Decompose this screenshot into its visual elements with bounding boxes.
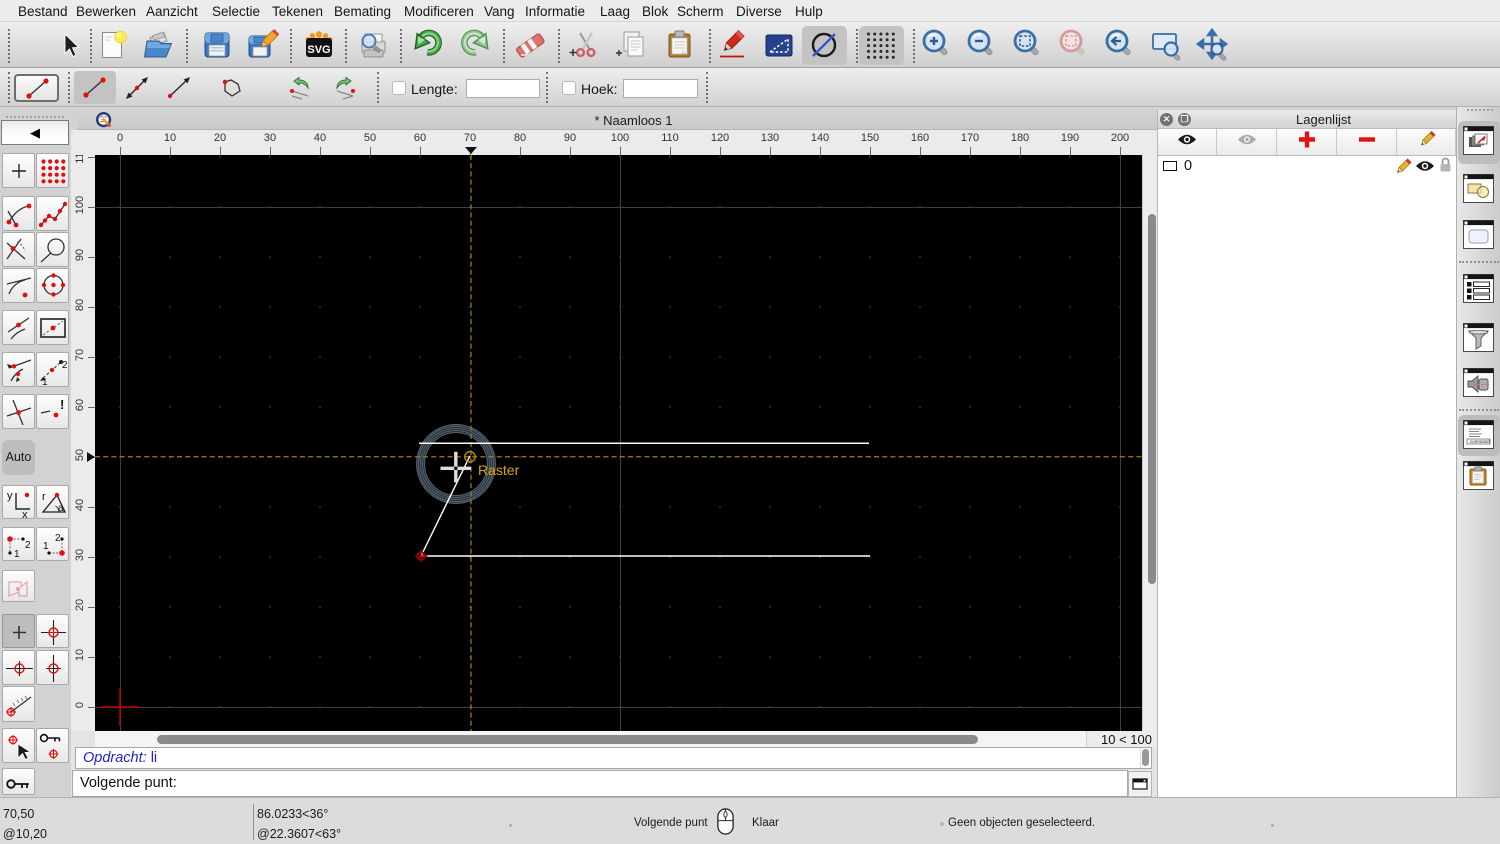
svg-text:2: 2 <box>62 360 68 371</box>
svg-text:1: 1 <box>43 541 49 552</box>
svg-text:a: a <box>58 503 64 514</box>
svg-text:1: 1 <box>14 549 20 560</box>
svg-text:2: 2 <box>55 533 61 544</box>
svg-text:SVG: SVG <box>307 44 330 56</box>
svg-text:!: ! <box>60 397 64 412</box>
svg-text:x: x <box>22 509 28 520</box>
svg-text:command: command <box>1470 439 1490 444</box>
svg-text:r: r <box>42 491 46 503</box>
svg-text:1: 1 <box>42 377 48 387</box>
svg-text:2: 2 <box>25 540 31 551</box>
svg-text:y: y <box>7 490 13 502</box>
